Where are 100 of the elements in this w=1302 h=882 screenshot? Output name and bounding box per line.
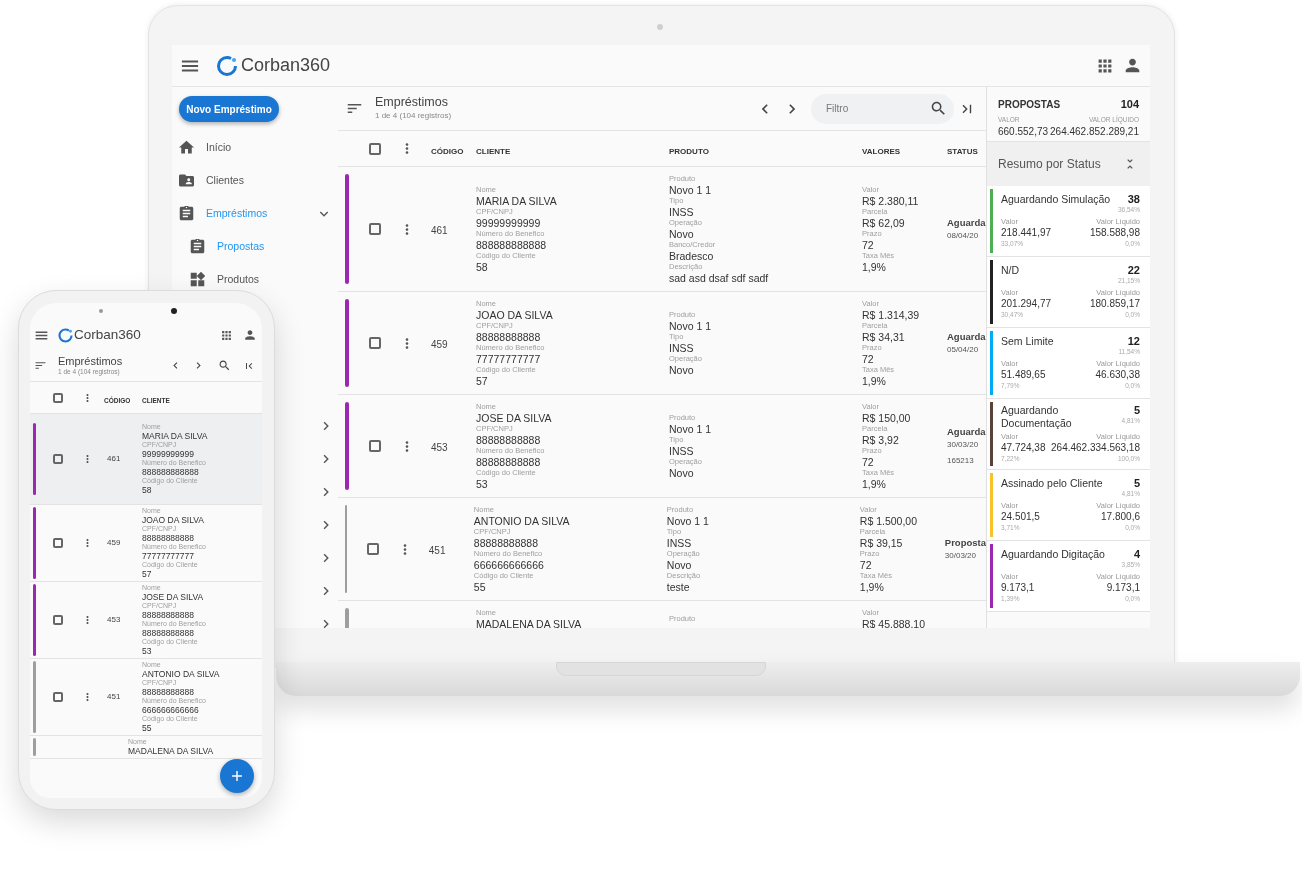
field-value: JOSE DA SILVA	[142, 592, 205, 602]
account-icon[interactable]	[244, 329, 256, 341]
more-icon[interactable]	[405, 439, 409, 453]
status-count: 5	[1133, 404, 1140, 416]
first-page-icon[interactable]	[244, 360, 254, 371]
status-count: 38	[1127, 193, 1140, 206]
checkbox[interactable]	[369, 440, 381, 452]
field-value: R$ 3,92	[862, 433, 900, 446]
search-icon[interactable]	[931, 101, 946, 116]
field-value: 1,9%	[859, 580, 885, 593]
field-value: Novo 1 1	[666, 514, 710, 527]
field-value: 72	[862, 352, 875, 365]
field-value: 88888888888	[142, 628, 195, 638]
clipboard-icon	[190, 239, 205, 254]
status-name: Aguardando Simulação	[1001, 193, 1112, 207]
checkbox[interactable]	[366, 543, 379, 555]
field-value: 1,9%	[862, 260, 887, 273]
field-value: 53	[476, 477, 489, 490]
field-value: 88888888888	[142, 610, 195, 620]
summary-title: PROPOSTAS	[998, 97, 1061, 112]
ring-logo-icon	[57, 326, 74, 344]
field-value: 88888888888	[476, 330, 542, 343]
field-value: JOAO DA SILVA	[476, 308, 554, 321]
field-value: 9.173,1	[1106, 582, 1140, 595]
checkbox[interactable]	[53, 392, 63, 403]
status-date: 08/04/20	[947, 230, 980, 243]
filter-field[interactable]: Filtro	[811, 93, 954, 124]
clipboard-icon	[179, 206, 194, 221]
apps-icon[interactable]	[1097, 57, 1113, 74]
status-name: Assinado pelo Cliente	[1001, 477, 1104, 491]
field-value: 1,9%	[862, 477, 887, 490]
sidebar-item[interactable]: Clientes	[179, 173, 331, 188]
sidebar-item[interactable]: Início	[179, 140, 331, 155]
more-icon[interactable]	[405, 222, 409, 236]
apps-icon[interactable]	[221, 329, 232, 341]
search-icon[interactable]	[219, 360, 230, 371]
field-value: 58	[476, 260, 489, 273]
field-value: Bradesco	[669, 249, 715, 262]
more-icon[interactable]	[402, 542, 407, 556]
plus-icon	[230, 769, 244, 783]
field-value: 51.489,65	[1001, 369, 1046, 382]
field-value: ANTONIO DA SILVA	[473, 514, 571, 527]
field-value: Novo	[669, 363, 695, 376]
field-value: Novo	[666, 558, 693, 571]
status-count: 4	[1133, 548, 1140, 561]
checkbox[interactable]	[53, 454, 63, 464]
status-name: Aguardando Digitação	[1001, 548, 1106, 562]
status-count: 22	[1127, 264, 1140, 277]
field-value: Novo 1 1	[669, 319, 713, 332]
row-code: 461	[431, 225, 448, 236]
field-value: 57	[476, 374, 489, 387]
more-icon[interactable]	[86, 538, 89, 548]
field-value: 666666666666	[142, 705, 200, 715]
more-icon[interactable]	[405, 336, 409, 350]
account-icon[interactable]	[1124, 57, 1141, 74]
field-value: Novo	[669, 227, 695, 240]
field-value: 9.173,1	[1001, 582, 1035, 595]
sort-icon[interactable]	[35, 360, 46, 371]
checkbox[interactable]	[53, 538, 63, 548]
section-header[interactable]: Resumo por Status	[987, 142, 1150, 186]
field-value: 72	[859, 558, 873, 571]
checkbox[interactable]	[369, 142, 381, 155]
checkbox[interactable]	[369, 337, 381, 349]
field-value: 17.800,6	[1101, 511, 1140, 524]
checkbox[interactable]	[369, 223, 381, 235]
status-count: 5	[1133, 477, 1140, 490]
sidebar-item[interactable]: Produtos	[190, 272, 320, 287]
row-code: 459	[106, 537, 122, 549]
field-value: 77777777777	[142, 551, 195, 561]
summary-count: 104	[1120, 97, 1139, 112]
column-header: CLIENTE	[476, 146, 511, 156]
sort-icon[interactable]	[347, 101, 362, 116]
checkbox[interactable]	[53, 692, 63, 702]
field-value: ANTONIO DA SILVA	[142, 669, 221, 679]
field-value: 72	[862, 455, 875, 468]
logo-text: Corban360	[74, 325, 141, 344]
field-value: 660.552,73	[998, 125, 1049, 140]
status-text: Aguarda	[947, 215, 986, 230]
new-loan-button[interactable]: Novo Empréstimo	[179, 96, 279, 122]
field-value: 24.501,5	[1001, 511, 1040, 524]
more-icon[interactable]	[86, 615, 89, 625]
checkbox[interactable]	[53, 615, 63, 625]
row-code: 453	[431, 442, 448, 453]
field-value: Novo 1 1	[669, 422, 713, 435]
logo-text: Corban360	[241, 54, 331, 77]
status-count: 12	[1127, 335, 1140, 348]
status-text: Aguarda	[947, 424, 986, 439]
more-icon[interactable]	[86, 454, 89, 464]
more-icon[interactable]	[86, 692, 89, 702]
field-value: 888888888888	[142, 467, 200, 477]
more-icon[interactable]	[86, 392, 89, 403]
field-value: JOAO DA SILVA	[142, 515, 206, 525]
field-value: 264.462.852.289,21	[1050, 125, 1139, 140]
field-value: 99999999999	[142, 449, 195, 459]
record-count: 1 de 4 (104 registros)	[375, 110, 452, 122]
status-note: 165213	[947, 455, 975, 468]
more-icon[interactable]	[405, 142, 409, 155]
field-value: JOSE DA SILVA	[476, 411, 553, 424]
field-value: MARIA DA SILVA	[142, 431, 209, 441]
field-value: MARIA DA SILVA	[476, 194, 558, 207]
